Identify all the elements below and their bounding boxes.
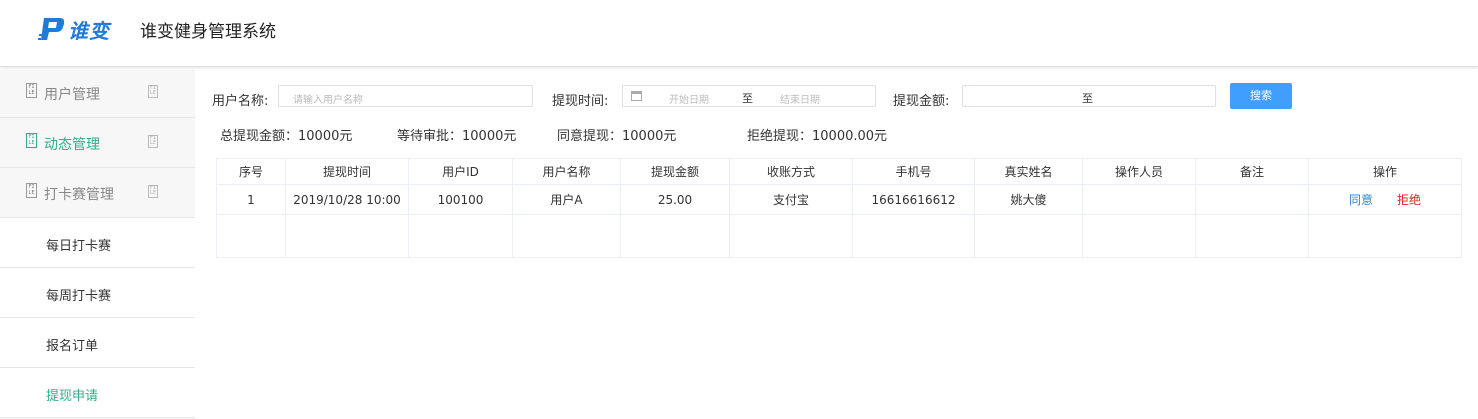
date-range-picker[interactable]: 开始日期 至 结束日期 (622, 85, 876, 107)
sidebar-subitem-label: 提现申请 (46, 389, 99, 404)
reject-link[interactable]: 拒绝 (1397, 193, 1421, 207)
table-row-empty (216, 214, 1462, 258)
column-header: 提现金额 (620, 158, 730, 185)
column-header: 手机号 (852, 158, 975, 185)
cell-time: 2019/10/28 10:00 (285, 184, 409, 215)
sidebar-subitem-weekly-checkin[interactable]: 每周打卡赛 (0, 268, 195, 318)
column-header: 操作人员 (1082, 158, 1196, 185)
table-header-row: 序号 提现时间 用户ID 用户名称 提现金额 收账方式 手机号 真实姓名 操作人… (216, 158, 1462, 185)
column-header: 用户ID (408, 158, 513, 185)
system-title: 谁变健身管理系统 (140, 22, 276, 42)
sidebar-item-feed-management[interactable]: FI LE 动态管理 FI LE (0, 118, 195, 168)
file-icon: FI LE (148, 185, 158, 198)
cell-phone: 16616616612 (852, 184, 975, 215)
cell-actions: 同意 拒绝 (1308, 184, 1462, 215)
column-header: 收账方式 (729, 158, 853, 185)
column-header: 备注 (1195, 158, 1309, 185)
withdraw-time-label: 提现时间: (552, 94, 609, 109)
agree-link[interactable]: 同意 (1349, 193, 1373, 207)
cell-index: 1 (216, 184, 286, 215)
username-input[interactable]: 请输入用户名称 (278, 85, 533, 107)
cell-remark (1195, 184, 1309, 215)
cell-real-name: 姚大傻 (974, 184, 1083, 215)
sidebar-subitem-daily-checkin[interactable]: 每日打卡赛 (0, 218, 195, 268)
column-header: 操作 (1308, 158, 1462, 185)
sidebar-item-user-management[interactable]: FI LE 用户管理 FI LE (0, 68, 195, 118)
file-icon: FI LE (148, 135, 158, 148)
column-header: 用户名称 (512, 158, 621, 185)
cell-user-id: 100100 (408, 184, 513, 215)
search-button[interactable]: 搜索 (1230, 83, 1292, 109)
end-date-input[interactable]: 结束日期 (780, 91, 820, 106)
column-header: 序号 (216, 158, 286, 185)
cell-amount: 25.00 (620, 184, 730, 215)
sidebar-subitem-label: 每日打卡赛 (46, 239, 112, 254)
username-filter-label: 用户名称: (212, 94, 269, 109)
column-header: 提现时间 (285, 158, 409, 185)
sidebar: FI LE 用户管理 FI LE FI LE 动态管理 FI LE FI LE 打卡赛管理… (0, 68, 195, 419)
stat-approved: 同意提现：10000元 (557, 129, 677, 144)
table-row: 1 2019/10/28 10:00 100100 用户A 25.00 支付宝 … (216, 184, 1462, 215)
withdraw-table: 序号 提现时间 用户ID 用户名称 提现金额 收账方式 手机号 真实姓名 操作人… (216, 158, 1462, 258)
logo-text: 谁变 (68, 18, 110, 43)
sidebar-item-label: 动态管理 (44, 137, 100, 153)
stat-pending: 等待审批：10000元 (397, 129, 517, 144)
cell-method: 支付宝 (729, 184, 853, 215)
file-icon: FI LE (26, 133, 37, 148)
stat-rejected: 拒绝提现：10000.00元 (747, 129, 888, 144)
start-date-input[interactable]: 开始日期 (669, 91, 709, 106)
file-icon: FI LE (148, 85, 158, 98)
username-placeholder: 请输入用户名称 (293, 95, 363, 106)
sidebar-subitem-label: 每周打卡赛 (46, 289, 112, 304)
file-icon: FI LE (26, 83, 37, 98)
sidebar-item-checkin-management[interactable]: FI LE 打卡赛管理 FI LE (0, 168, 195, 218)
sidebar-item-label: 用户管理 (44, 87, 100, 103)
amount-range-input[interactable]: 至 (962, 85, 1216, 107)
sidebar-item-label: 打卡赛管理 (44, 187, 114, 203)
cell-operator (1082, 184, 1196, 215)
logo[interactable]: 谁变 (38, 14, 110, 44)
top-header: 谁变 谁变健身管理系统 (0, 0, 1478, 67)
sidebar-subitem-withdraw-requests[interactable]: 提现申请 (0, 368, 195, 418)
amount-range-separator: 至 (1082, 92, 1093, 105)
stat-total: 总提现金额：10000元 (220, 129, 353, 144)
logo-mark-icon (38, 18, 65, 40)
main-content: 用户名称: 请输入用户名称 提现时间: 开始日期 至 结束日期 提现金额: 至 … (195, 68, 1478, 419)
date-range-separator: 至 (742, 92, 753, 105)
column-header: 真实姓名 (974, 158, 1083, 185)
withdraw-amount-label: 提现金额: (893, 94, 950, 109)
calendar-icon (631, 91, 642, 101)
cell-username: 用户A (512, 184, 621, 215)
sidebar-subitem-signup-orders[interactable]: 报名订单 (0, 318, 195, 368)
sidebar-subitem-label: 报名订单 (46, 339, 99, 354)
file-icon: FI LE (26, 183, 37, 198)
